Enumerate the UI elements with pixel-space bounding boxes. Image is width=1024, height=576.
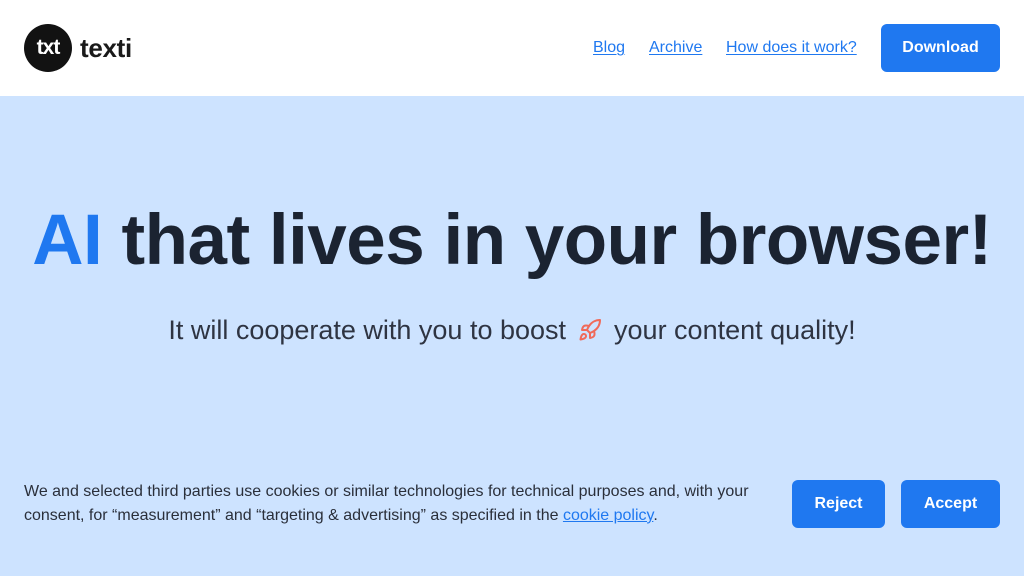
- nav-item-how-it-works: How does it work?: [726, 24, 857, 72]
- hero-title-accent: AI: [32, 201, 103, 280]
- hero-subtitle-after: your content quality!: [614, 315, 856, 345]
- hero-title: AI that lives in your browser!: [0, 196, 1024, 286]
- nav-item-archive: Archive: [649, 24, 702, 72]
- logo-wordmark: texti: [80, 32, 132, 63]
- hero-subtitle: It will cooperate with you to boost your…: [0, 312, 1024, 348]
- nav-link-archive[interactable]: Archive: [649, 39, 702, 57]
- logo-mark: txt: [24, 24, 72, 72]
- download-button[interactable]: Download: [881, 24, 1000, 72]
- accept-cookies-button[interactable]: Accept: [901, 480, 1000, 528]
- rocket-icon: [579, 318, 602, 341]
- cookie-banner-text: We and selected third parties use cookie…: [24, 480, 784, 528]
- site-header: txt texti Blog Archive How does it work?…: [0, 0, 1024, 96]
- hero-title-rest: that lives in your browser!: [102, 201, 992, 280]
- reject-cookies-button[interactable]: Reject: [792, 480, 885, 528]
- cookie-policy-link[interactable]: cookie policy: [563, 507, 653, 524]
- cookie-text-after: .: [653, 507, 658, 524]
- nav-link-how-it-works[interactable]: How does it work?: [726, 39, 857, 57]
- nav-item-blog: Blog: [593, 24, 625, 72]
- nav-link-blog[interactable]: Blog: [593, 39, 625, 57]
- logo[interactable]: txt texti: [24, 24, 132, 72]
- hero-subtitle-before: It will cooperate with you to boost: [168, 315, 567, 345]
